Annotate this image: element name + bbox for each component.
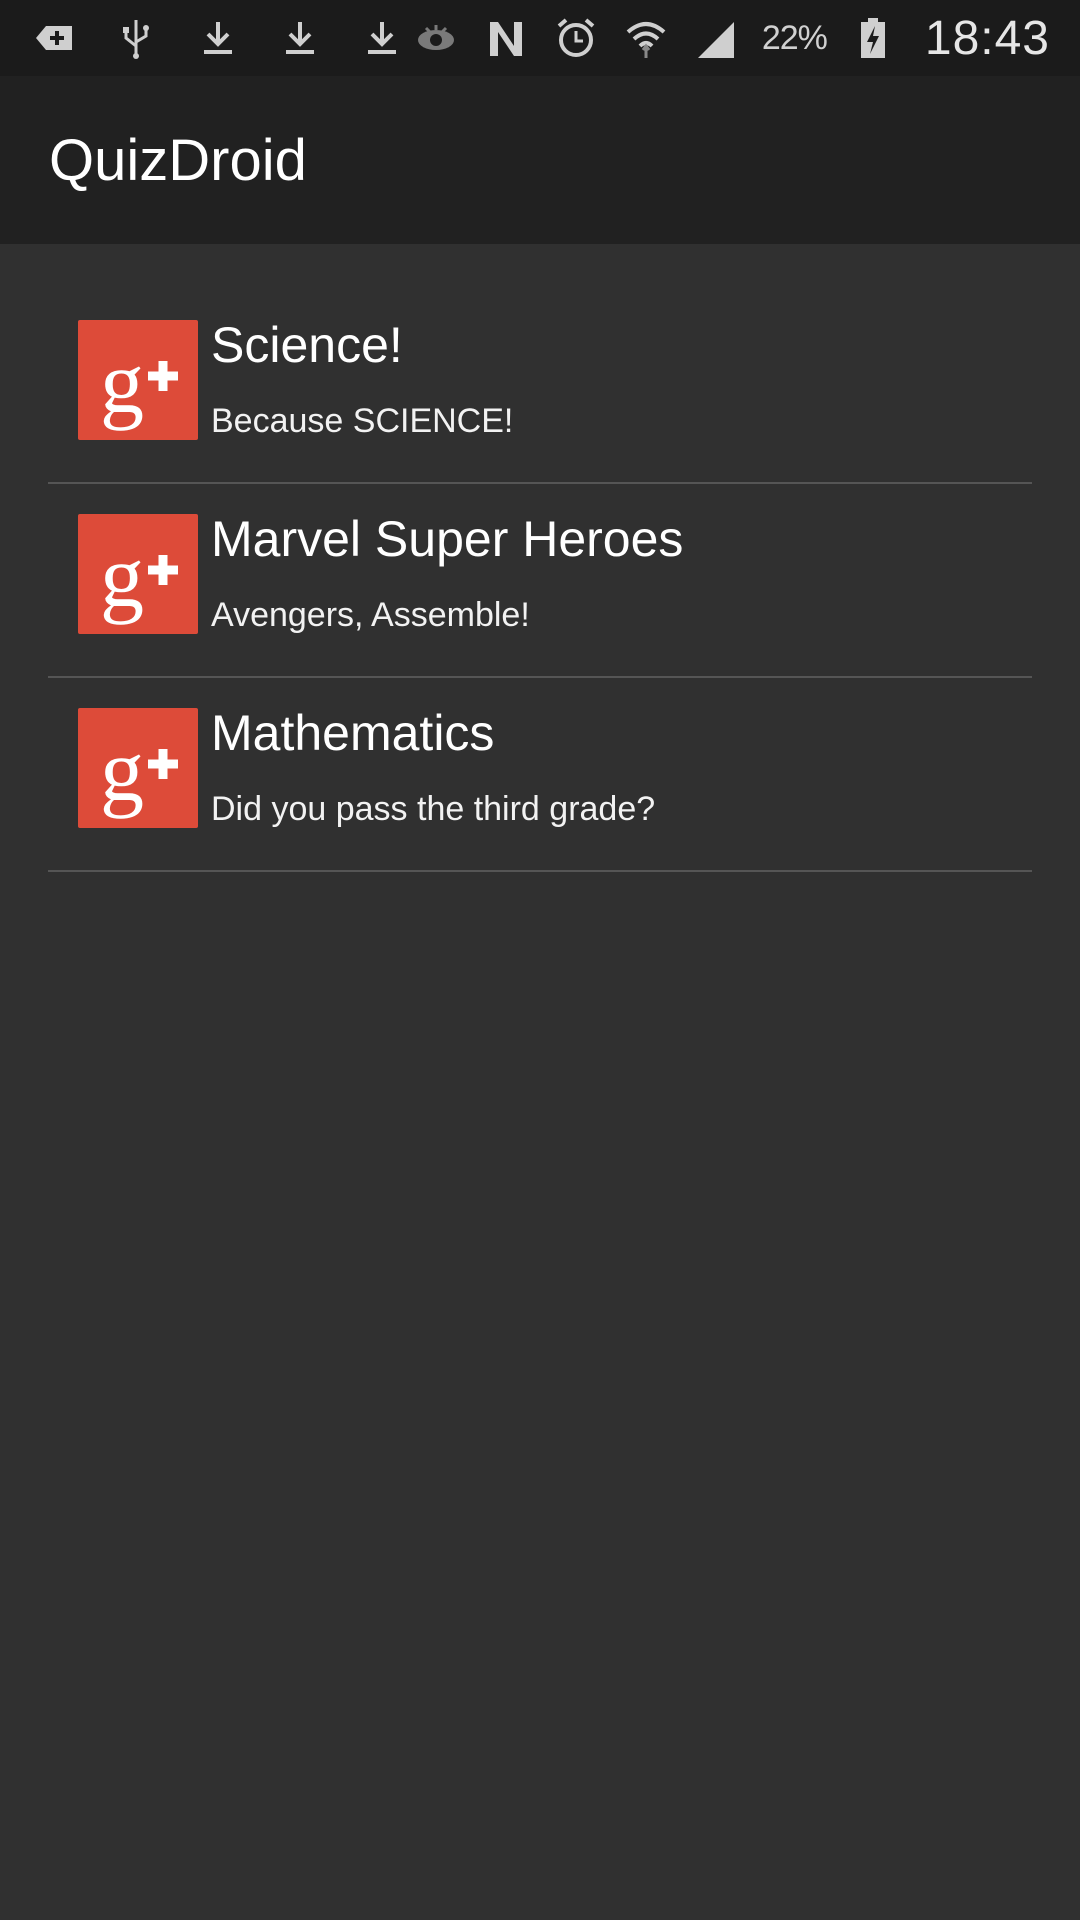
usb-icon [112, 14, 160, 62]
nfc-icon [482, 14, 530, 62]
download-icon [194, 14, 242, 62]
svg-text:g: g [100, 335, 144, 432]
list-item-mathematics[interactable]: g Mathematics Did you pass the third gra… [48, 678, 1032, 872]
google-plus-icon: g [78, 514, 198, 634]
eye-icon [412, 14, 460, 62]
action-bar: QuizDroid [0, 76, 1080, 244]
wifi-icon [622, 14, 670, 62]
status-bar-system: 22% 18:43 [412, 11, 1050, 66]
download-icon [358, 14, 406, 62]
svg-text:g: g [100, 723, 144, 820]
svg-text:g: g [100, 529, 144, 626]
list-item-title: Science! [211, 317, 403, 373]
battery-charging-icon [849, 14, 897, 62]
status-bar-notifications [30, 14, 406, 62]
list-item-marvel[interactable]: g Marvel Super Heroes Avengers, Assemble… [48, 484, 1032, 678]
quiz-list: g Science! Because SCIENCE! g Marvel Sup… [48, 290, 1032, 872]
alarm-icon [552, 14, 600, 62]
add-notification-icon [30, 14, 78, 62]
list-item-title: Mathematics [211, 705, 495, 761]
list-item-description: Avengers, Assemble! [211, 596, 530, 634]
battery-percent: 22% [761, 18, 828, 57]
app-title: QuizDroid [49, 127, 307, 193]
signal-icon [692, 14, 740, 62]
status-bar: 22% 18:43 [0, 0, 1080, 76]
clock: 18:43 [924, 11, 1050, 65]
download-icon [276, 14, 324, 62]
google-plus-icon: g [78, 320, 198, 440]
list-item-description: Did you pass the third grade? [211, 790, 656, 828]
list-item-title: Marvel Super Heroes [211, 511, 684, 567]
google-plus-icon: g [78, 708, 198, 828]
list-item-science[interactable]: g Science! Because SCIENCE! [48, 290, 1032, 484]
list-item-description: Because SCIENCE! [211, 402, 514, 440]
